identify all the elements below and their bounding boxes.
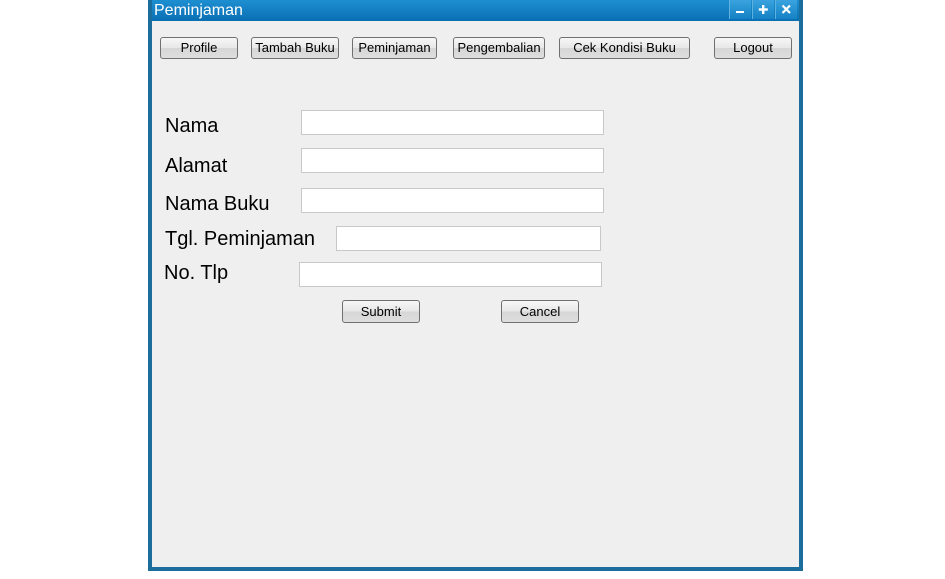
tgl-peminjaman-field[interactable]	[336, 226, 601, 251]
tgl-peminjaman-label: Tgl. Peminjaman	[165, 228, 316, 250]
nama-label: Nama	[165, 115, 219, 137]
cek-kondisi-buku-button[interactable]: Cek Kondisi Buku	[559, 37, 690, 59]
nama-field[interactable]	[301, 110, 604, 135]
window-title: Peminjaman	[154, 2, 243, 19]
no-tlp-label: No. Tlp	[164, 262, 229, 284]
maximize-button[interactable]	[752, 0, 774, 19]
minimize-button[interactable]	[729, 0, 751, 19]
alamat-label: Alamat	[165, 155, 228, 177]
close-button[interactable]	[775, 0, 797, 19]
tambah-buku-button[interactable]: Tambah Buku	[251, 37, 339, 59]
peminjaman-button[interactable]: Peminjaman	[352, 37, 437, 59]
alamat-field[interactable]	[301, 148, 604, 173]
nama-buku-label: Nama Buku	[165, 193, 270, 215]
cancel-button[interactable]: Cancel	[501, 300, 579, 323]
app-window: Peminjaman Profile Tambah Buku Peminjama…	[148, 0, 803, 571]
logout-button[interactable]: Logout	[714, 37, 792, 59]
profile-button[interactable]: Profile	[160, 37, 238, 59]
pengembalian-button[interactable]: Pengembalian	[453, 37, 545, 59]
no-tlp-field[interactable]	[299, 262, 602, 287]
title-bar[interactable]: Peminjaman	[152, 0, 799, 21]
nama-buku-field[interactable]	[301, 188, 604, 213]
submit-button[interactable]: Submit	[342, 300, 420, 323]
